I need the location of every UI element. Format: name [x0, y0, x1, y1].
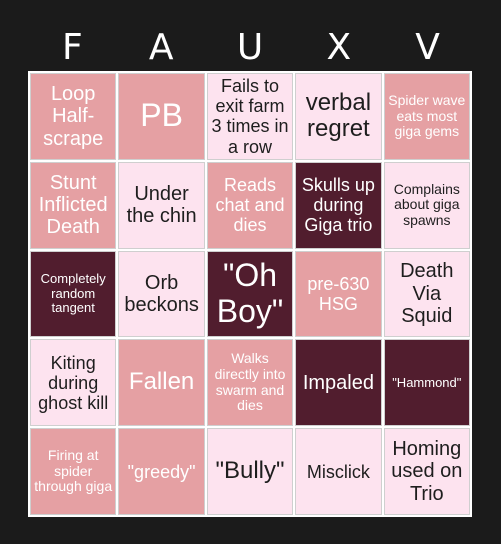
bingo-cell[interactable]: Stunt Inflicted Death [30, 161, 117, 249]
bingo-cell[interactable]: Death Via Squid [383, 250, 470, 338]
bingo-cell[interactable]: Complains about giga spawns [383, 161, 470, 249]
bingo-header: F A U X V [28, 28, 472, 68]
bingo-cell[interactable]: Spider wave eats most giga gems [383, 73, 470, 160]
bingo-cell[interactable]: Completely random tangent [30, 250, 117, 338]
bingo-cell[interactable]: Kiting during ghost kill [30, 339, 117, 427]
bingo-cell[interactable]: Orb beckons [118, 250, 205, 338]
bingo-cell[interactable]: Fallen [118, 339, 205, 427]
header-letter-a: A [148, 27, 174, 68]
bingo-cell[interactable]: Fails to exit farm 3 times in a row [206, 73, 294, 160]
header-letter-x: X [326, 27, 352, 68]
bingo-cell[interactable]: Reads chat and dies [206, 161, 294, 249]
bingo-cell[interactable]: PB [118, 73, 205, 160]
bingo-cell[interactable]: Loop Half-scrape [30, 73, 117, 160]
bingo-cell[interactable]: Impaled [295, 339, 382, 427]
bingo-cell[interactable]: Homing used on Trio [383, 428, 470, 515]
bingo-cell[interactable]: Skulls up during Giga trio [295, 161, 382, 249]
bingo-cell[interactable]: "Bully" [206, 428, 294, 515]
bingo-cell[interactable]: Firing at spider through giga [30, 428, 117, 515]
header-letter-u: U [236, 27, 264, 68]
bingo-cell[interactable]: pre-630 HSG [295, 250, 382, 338]
header-letter-v: V [415, 27, 440, 68]
bingo-cell[interactable]: Misclick [295, 428, 382, 515]
bingo-cell[interactable]: Under the chin [118, 161, 205, 249]
header-letter-f: F [62, 27, 83, 68]
bingo-cell[interactable]: "Oh Boy" [206, 250, 294, 338]
bingo-cell[interactable]: "greedy" [118, 428, 205, 515]
bingo-board: Loop Half-scrape PB Fails to exit farm 3… [28, 71, 472, 517]
bingo-cell[interactable]: "Hammond" [383, 339, 470, 427]
bingo-cell[interactable]: verbal regret [295, 73, 382, 160]
bingo-cell[interactable]: Walks directly into swarm and dies [206, 339, 294, 427]
